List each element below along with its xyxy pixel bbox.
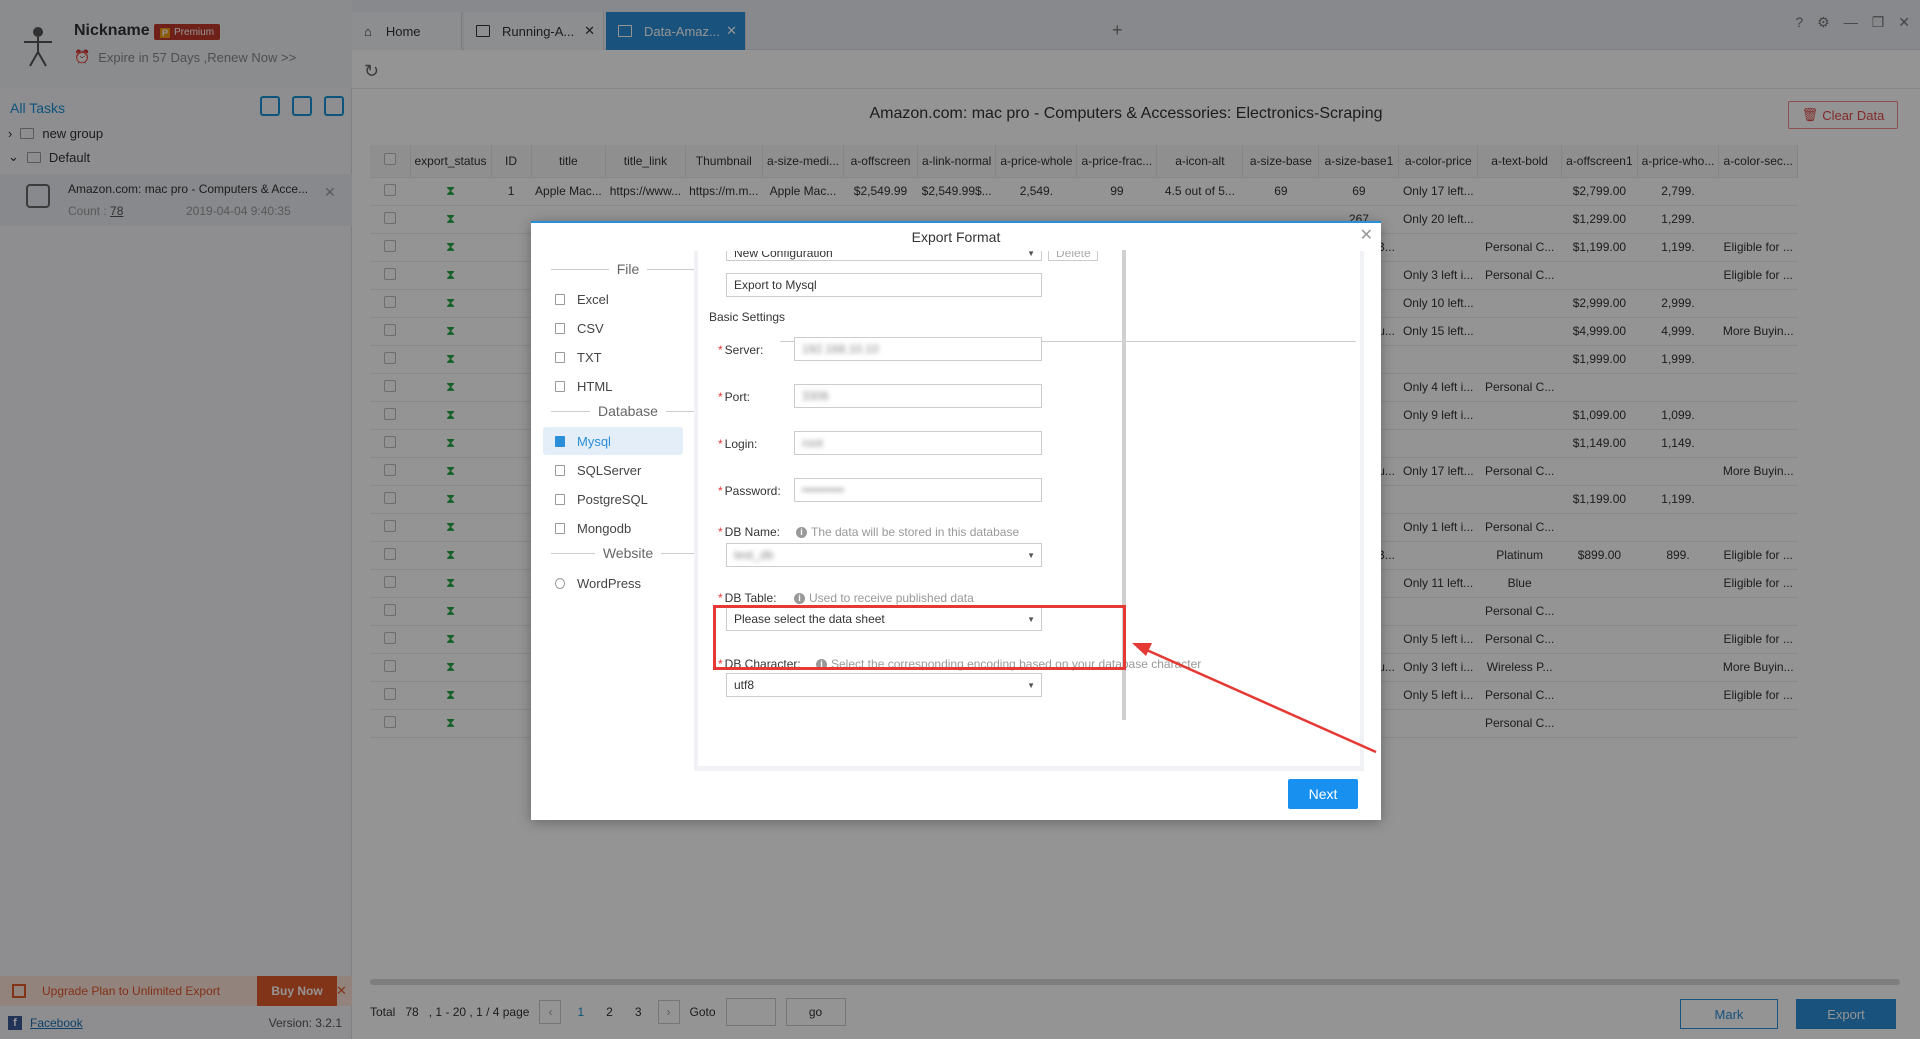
format-wordpress[interactable]: WordPress	[543, 569, 683, 597]
config-name-input[interactable]: Export to Mysql	[726, 273, 1042, 297]
database-icon	[555, 493, 565, 505]
port-value: 3306	[802, 389, 829, 403]
database-icon	[555, 435, 565, 447]
server-input[interactable]: 192.168.10.10	[794, 337, 1042, 361]
format-label: Mysql	[577, 433, 611, 449]
dbname-hint: i The data will be stored in this databas…	[796, 525, 1019, 539]
highlight-box	[713, 605, 1126, 670]
section-database: Database	[543, 401, 713, 421]
format-mysql[interactable]: Mysql	[543, 427, 683, 455]
section-file: File	[543, 259, 713, 279]
login-label: * Login:	[718, 437, 758, 451]
server-value: 192.168.10.10	[802, 342, 879, 356]
password-input[interactable]: ••••••••••	[794, 478, 1042, 502]
label-text: Port:	[724, 390, 751, 404]
format-label: Excel	[577, 291, 609, 307]
format-label: TXT	[577, 349, 602, 365]
format-menu: File Excel CSV TXT HTML Database Mysql S…	[539, 251, 717, 751]
close-icon[interactable]: ✕	[1360, 227, 1373, 245]
format-label: PostgreSQL	[577, 491, 648, 507]
settings-form: New Configuration Delete Export to Mysql…	[698, 251, 1360, 766]
delete-label: Delete	[1056, 251, 1091, 260]
label-text: Password:	[724, 484, 781, 498]
delete-config-button[interactable]: Delete	[1048, 251, 1098, 261]
label-text: DB Name:	[724, 525, 781, 539]
database-icon	[555, 522, 565, 534]
section-label: Database	[598, 403, 658, 419]
dialog-title: Export Format	[911, 229, 1001, 245]
file-icon	[555, 293, 565, 305]
dbchar-select[interactable]: utf8	[726, 673, 1042, 697]
dbtable-hint: i Used to receive published data	[794, 591, 974, 605]
hint-text: Used to receive published data	[809, 591, 974, 605]
password-value: ••••••••••	[802, 483, 845, 497]
format-html[interactable]: HTML	[543, 372, 683, 400]
password-label: * Password:	[718, 484, 781, 498]
basic-settings-heading: Basic Settings	[709, 310, 786, 324]
dbname-label: * DB Name:	[718, 525, 781, 539]
export-format-dialog: Export Format ✕ File Excel CSV TXT HTML …	[531, 221, 1381, 820]
format-label: HTML	[577, 378, 613, 394]
port-label: * Port:	[718, 390, 751, 404]
database-icon	[555, 464, 565, 476]
file-icon	[555, 322, 565, 334]
format-postgresql[interactable]: PostgreSQL	[543, 485, 683, 513]
file-icon	[555, 351, 565, 363]
format-label: Mongodb	[577, 520, 632, 536]
dbchar-value: utf8	[734, 678, 755, 692]
config-select[interactable]: New Configuration	[726, 251, 1042, 261]
hint-text: The data will be stored in this database	[811, 525, 1020, 539]
format-csv[interactable]: CSV	[543, 314, 683, 342]
login-input[interactable]: root	[794, 431, 1042, 455]
format-mongodb[interactable]: Mongodb	[543, 514, 683, 542]
format-label: CSV	[577, 320, 604, 336]
format-excel[interactable]: Excel	[543, 285, 683, 313]
wordpress-icon	[555, 577, 565, 589]
section-label: File	[616, 261, 640, 277]
config-select-value: New Configuration	[734, 251, 833, 260]
file-icon	[555, 380, 565, 392]
next-button[interactable]: Next	[1288, 779, 1358, 809]
section-label: Website	[602, 545, 654, 561]
dbtable-label: * DB Table:	[718, 591, 777, 605]
port-input[interactable]: 3306	[794, 384, 1042, 408]
label-text: Login:	[724, 437, 758, 451]
dbname-value: test_db	[734, 548, 774, 562]
dialog-header: Export Format ✕	[531, 221, 1381, 251]
login-value: root	[802, 436, 823, 450]
format-sqlserver[interactable]: SQLServer	[543, 456, 683, 484]
settings-panel: New Configuration Delete Export to Mysql…	[694, 251, 1364, 771]
format-label: SQLServer	[577, 462, 642, 478]
section-website: Website	[543, 543, 713, 563]
format-txt[interactable]: TXT	[543, 343, 683, 371]
format-label: WordPress	[577, 575, 642, 591]
config-name-value: Export to Mysql	[734, 278, 817, 292]
server-label: * Server:	[718, 343, 764, 357]
info-icon: i	[796, 526, 807, 538]
app-window: Nickname P Premium ⏰ Expire in 57 Days ,R…	[0, 0, 1920, 1039]
dbname-select[interactable]: test_db	[726, 543, 1042, 567]
label-text: DB Table:	[724, 591, 777, 605]
info-icon: i	[794, 592, 805, 604]
label-text: Server:	[724, 343, 764, 357]
